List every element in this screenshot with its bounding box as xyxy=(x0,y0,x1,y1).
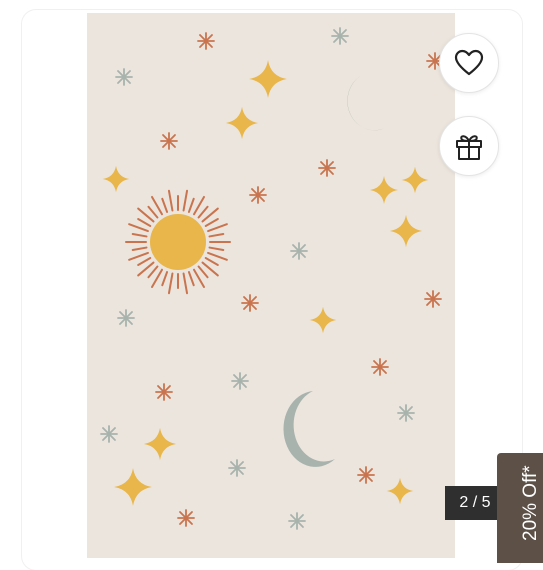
promo-label: 20% Off* xyxy=(520,465,541,541)
promo-tab[interactable]: 20% Off* xyxy=(497,453,543,563)
gift-button[interactable] xyxy=(439,116,499,176)
heart-icon xyxy=(454,49,484,76)
rug-pattern xyxy=(87,13,455,558)
wishlist-button[interactable] xyxy=(439,33,499,93)
product-image[interactable] xyxy=(87,13,455,558)
image-counter: 2 / 5 xyxy=(445,486,505,520)
gift-icon xyxy=(456,135,482,160)
